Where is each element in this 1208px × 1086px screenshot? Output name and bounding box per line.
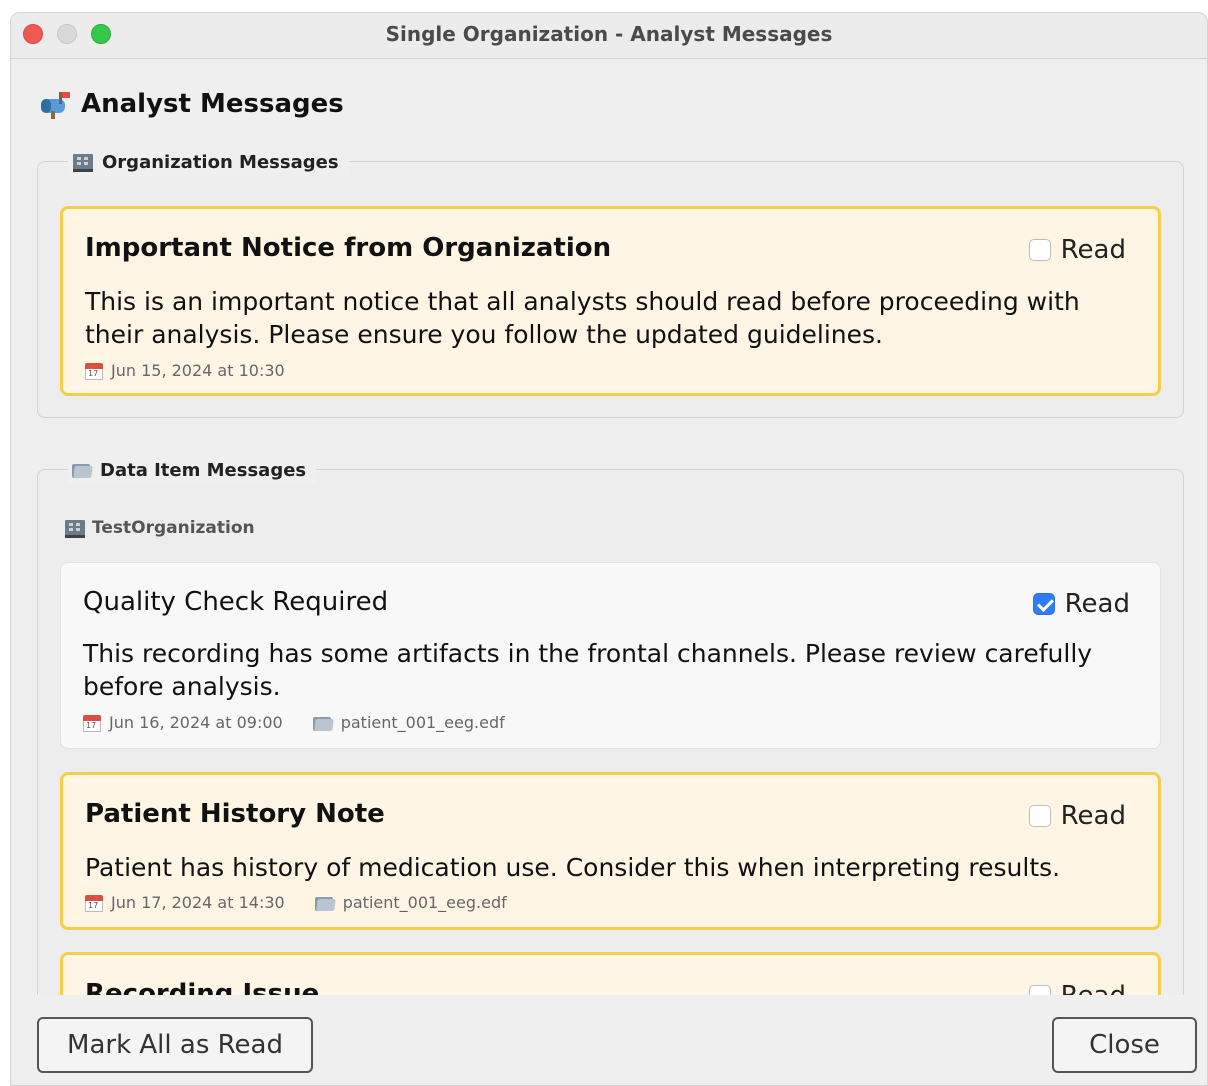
message-body: This is an important notice that all ana… xyxy=(85,287,1080,349)
data-item-messages-title: Data Item Messages xyxy=(100,459,307,481)
calendar-icon: 17 xyxy=(85,362,103,380)
message-title: Patient History Note xyxy=(85,799,385,829)
message-file: patient_001_eeg.edf xyxy=(340,713,505,732)
message-date: Jun 16, 2024 at 09:00 xyxy=(109,713,283,732)
data-item-messages-group: Data Item Messages TestOrganization Qual… xyxy=(37,456,1184,1072)
message-meta: 17 Jun 16, 2024 at 09:00 patient_001_eeg… xyxy=(83,713,505,732)
read-checkbox[interactable]: Read xyxy=(1028,235,1126,265)
building-icon xyxy=(64,518,86,538)
checkbox-checked-icon[interactable] xyxy=(1032,593,1055,615)
folder-icon xyxy=(312,715,334,731)
message-date: Jun 15, 2024 at 10:30 xyxy=(111,361,285,380)
message-card: Patient History Note Read Patient has hi… xyxy=(60,772,1161,930)
message-title: Quality Check Required xyxy=(83,587,389,617)
mark-all-read-button[interactable]: Mark All as Read xyxy=(37,1017,313,1073)
checkbox-unchecked-icon[interactable] xyxy=(1028,239,1051,261)
read-label: Read xyxy=(1060,801,1126,831)
folder-icon xyxy=(72,462,93,478)
message-body: This recording has some artifacts in the… xyxy=(83,639,1093,701)
message-file: patient_001_eeg.edf xyxy=(342,893,507,912)
message-title: Important Notice from Organization xyxy=(85,233,612,263)
read-label: Read xyxy=(1060,235,1126,265)
page-title: Analyst Messages xyxy=(81,89,344,119)
mailbox-icon xyxy=(37,89,75,119)
window-title: Single Organization - Analyst Messages xyxy=(385,22,833,46)
message-card: Important Notice from Organization Read … xyxy=(60,206,1161,396)
organization-messages-group: Organization Messages Important Notice f… xyxy=(37,148,1184,418)
organization-messages-title: Organization Messages xyxy=(102,151,339,173)
message-card: Quality Check Required Read This recordi… xyxy=(60,562,1161,749)
close-button[interactable]: Close xyxy=(1052,1017,1197,1073)
organization-messages-legend: Organization Messages xyxy=(68,148,349,176)
building-icon xyxy=(72,152,94,172)
read-label: Read xyxy=(1064,589,1130,619)
folder-icon xyxy=(314,895,336,911)
data-item-messages-legend: Data Item Messages xyxy=(68,456,317,484)
read-checkbox[interactable]: Read xyxy=(1028,801,1126,831)
calendar-icon: 17 xyxy=(85,894,103,912)
message-date: Jun 17, 2024 at 14:30 xyxy=(111,893,285,912)
calendar-icon: 17 xyxy=(83,714,101,732)
footer-bar: Mark All as Read Close xyxy=(11,995,1207,1085)
message-body: Patient has history of medication use. C… xyxy=(85,853,1061,882)
dialog-window: Single Organization - Analyst Messages A… xyxy=(10,12,1208,1086)
message-meta: 17 Jun 15, 2024 at 10:30 xyxy=(85,361,285,380)
organization-name: TestOrganization xyxy=(92,518,255,538)
message-meta: 17 Jun 17, 2024 at 14:30 patient_001_eeg… xyxy=(85,893,507,912)
page-heading: Analyst Messages xyxy=(37,87,344,121)
checkbox-unchecked-icon[interactable] xyxy=(1028,805,1051,827)
title-bar: Single Organization - Analyst Messages xyxy=(11,13,1207,59)
organization-subheader: TestOrganization xyxy=(64,518,255,538)
read-checkbox[interactable]: Read xyxy=(1032,589,1130,619)
